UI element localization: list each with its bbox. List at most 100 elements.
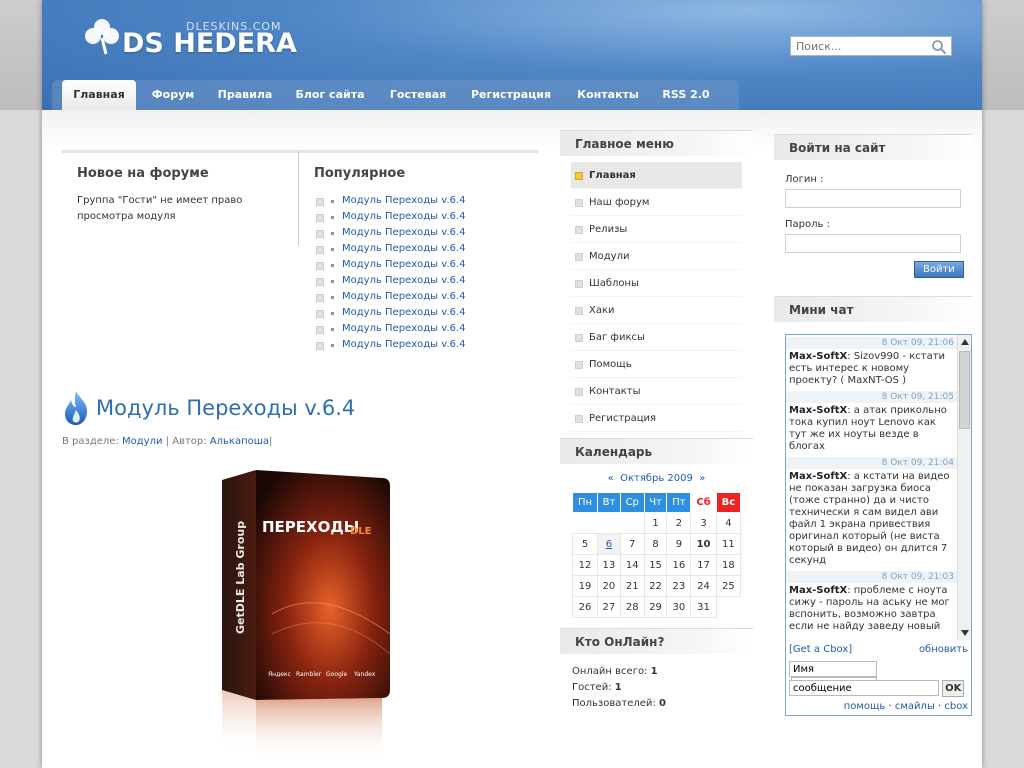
nav-item-rss[interactable]: RSS 2.0 <box>656 80 716 110</box>
login-button[interactable]: Войти <box>914 261 964 278</box>
popular-link[interactable]: Модуль Переходы v.6.4 <box>342 195 465 206</box>
weekday-header: Пн <box>571 492 599 513</box>
article-title[interactable]: Модуль Переходы v.6.4 <box>96 396 355 420</box>
weekday-header: Вт <box>597 492 621 513</box>
calendar-prev-button[interactable]: « <box>608 473 614 484</box>
category-link[interactable]: Модули <box>122 436 162 447</box>
box-logo: Rambler <box>296 671 322 678</box>
menu-item-label: Главная <box>589 170 636 181</box>
menu-item-label: Контакты <box>589 386 641 397</box>
popular-link[interactable]: Модуль Переходы v.6.4 <box>342 323 465 334</box>
calendar-title: Календарь <box>560 438 753 464</box>
menu-item-hacks[interactable]: Хаки <box>571 297 742 324</box>
list-item: Модуль Переходы v.6.4 <box>314 337 534 353</box>
menu-item-contacts[interactable]: Контакты <box>571 378 742 405</box>
nav-item-guestbook[interactable]: Гостевая <box>382 80 454 110</box>
weekday-header: Пт <box>666 492 692 513</box>
online-guests: Гостей: 1 <box>572 680 741 696</box>
scroll-up-icon[interactable] <box>961 339 969 345</box>
chat-message: 8 Окт 09, 21:04 Max-SoftX: а кстати на в… <box>786 455 971 569</box>
menu-item-label: Регистрация <box>589 413 657 424</box>
bullet-icon <box>575 199 583 207</box>
chat-send-button[interactable]: OK <box>942 680 965 697</box>
site-logo[interactable]: DS HEDERA <box>122 28 297 59</box>
calendar-day: 11 <box>715 533 742 555</box>
menu-item-home[interactable]: Главная <box>571 162 742 189</box>
bullet-icon <box>316 246 324 254</box>
nav-item-forum[interactable]: Форум <box>142 80 204 110</box>
popular-link[interactable]: Модуль Переходы v.6.4 <box>342 291 465 302</box>
chat-message-input[interactable] <box>789 680 939 696</box>
chat-cbox-link[interactable]: cbox <box>944 701 968 712</box>
meta-author-label: | Автор: <box>165 436 207 447</box>
box-logo: Google <box>326 671 347 678</box>
chat-messages[interactable]: 8 Окт 09, 21:06 Max-SoftX: Sizov990 - кс… <box>786 335 971 640</box>
menu-item-help[interactable]: Помощь <box>571 351 742 378</box>
chat-smiles-link[interactable]: смайлы <box>895 701 935 712</box>
calendar-day: 3 <box>690 512 717 534</box>
chat-message-row: OK <box>789 680 968 697</box>
menu-item-releases[interactable]: Релизы <box>571 216 742 243</box>
nav-item-registration[interactable]: Регистрация <box>462 80 560 110</box>
online-users: Пользователей: 0 <box>572 696 741 712</box>
bullet-icon <box>316 342 324 350</box>
login-input[interactable] <box>785 189 961 208</box>
meta-category-label: В разделе: <box>62 436 119 447</box>
nav-item-blog[interactable]: Блог сайта <box>286 80 374 110</box>
new-on-forum: Новое на форуме Группа "Гости" не имеет … <box>77 166 277 225</box>
list-item: Модуль Переходы v.6.4 <box>314 273 534 289</box>
chat-refresh-link[interactable]: обновить <box>919 642 968 657</box>
calendar-day[interactable]: 6 <box>597 533 621 555</box>
bullet-icon <box>316 262 324 270</box>
box-logo: Яндекс <box>268 671 291 678</box>
password-input[interactable] <box>785 234 961 253</box>
calendar: « Октябрь 2009 » Пн Вт Ср Чт Пт Сб Вс 1 … <box>560 464 753 628</box>
chat-name-input[interactable] <box>789 661 877 677</box>
popular-link[interactable]: Модуль Переходы v.6.4 <box>342 211 465 222</box>
calendar-month[interactable]: Октябрь 2009 <box>620 473 693 484</box>
menu-item-label: Баг фиксы <box>589 332 645 343</box>
get-cbox-link[interactable]: [Get a Cbox] <box>789 644 852 655</box>
popular-link[interactable]: Модуль Переходы v.6.4 <box>342 259 465 270</box>
menu-item-templates[interactable]: Шаблоны <box>571 270 742 297</box>
popular-link[interactable]: Модуль Переходы v.6.4 <box>342 227 465 238</box>
calendar-week: 1234 <box>573 512 742 534</box>
chat-time: 8 Окт 09, 21:05 <box>786 391 971 403</box>
box-top-border <box>62 150 538 153</box>
menu-item-bugfixes[interactable]: Баг фиксы <box>571 324 742 351</box>
weekday-header: Сб <box>690 492 717 513</box>
nav-item-home[interactable]: Главная <box>62 80 136 110</box>
menu-item-modules[interactable]: Модули <box>571 243 742 270</box>
new-on-forum-title: Новое на форуме <box>77 166 209 181</box>
menu-item-registration[interactable]: Регистрация <box>571 405 742 432</box>
product-box-image[interactable]: ПЕРЕХОДЫ DLE GetDLE Lab Group Яндекс Ram… <box>212 464 412 764</box>
menu-item-forum[interactable]: Наш форум <box>571 189 742 216</box>
scroll-thumb[interactable] <box>959 351 970 429</box>
popular-link[interactable]: Модуль Переходы v.6.4 <box>342 275 465 286</box>
chat-user: Max-SoftX <box>789 405 848 416</box>
content-area: Новое на форуме Группа "Гости" не имеет … <box>42 110 982 768</box>
search-input[interactable] <box>791 37 921 55</box>
chat-scrollbar[interactable] <box>957 335 971 640</box>
calendar-day: 10 <box>690 533 717 555</box>
online-total-label: Онлайн всего: <box>572 666 648 677</box>
bullet-icon <box>316 230 324 238</box>
calendar-body: 1 2 3 4 5 6 7 8 9 10 11 12 13 14 15 16 17 18 19 20 21 22 23 24 2… <box>571 512 742 618</box>
calendar-next-button[interactable]: » <box>699 473 705 484</box>
search-icon[interactable] <box>931 39 947 55</box>
list-item: Модуль Переходы v.6.4 <box>314 241 534 257</box>
nav-item-rules[interactable]: Правила <box>210 80 280 110</box>
dot-icon <box>331 280 334 283</box>
chat-help-link[interactable]: помощь <box>844 701 886 712</box>
nav-item-contacts[interactable]: Контакты <box>568 80 648 110</box>
menu-item-label: Модули <box>589 251 630 262</box>
menu-item-label: Наш форум <box>589 197 650 208</box>
scroll-down-icon[interactable] <box>961 630 969 636</box>
popular-link[interactable]: Модуль Переходы v.6.4 <box>342 307 465 318</box>
calendar-day: 8 <box>643 533 668 555</box>
right-sidebar: Войти на сайт Логин : Пароль : Войти Мин… <box>774 134 972 716</box>
author-link[interactable]: Алькапоша <box>210 436 269 447</box>
calendar-day: 1 <box>643 512 668 534</box>
popular-link[interactable]: Модуль Переходы v.6.4 <box>342 339 465 350</box>
popular-link[interactable]: Модуль Переходы v.6.4 <box>342 243 465 254</box>
